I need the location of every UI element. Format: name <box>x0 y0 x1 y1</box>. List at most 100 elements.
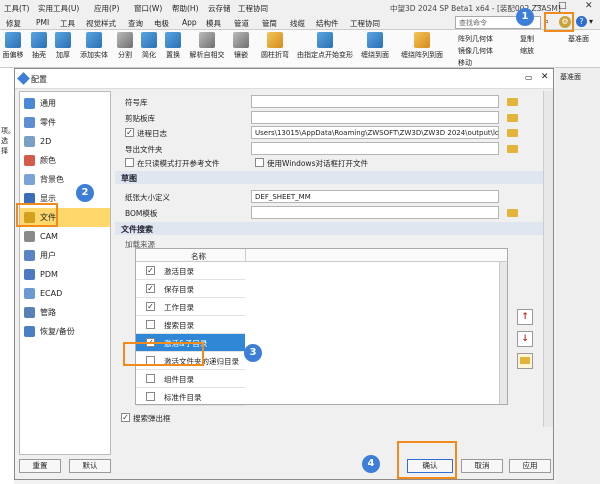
split-button[interactable]: 分割 <box>114 32 136 60</box>
nav-item-restore-backup[interactable]: 恢复/备份 <box>20 322 110 341</box>
background-icon <box>24 174 35 185</box>
row-checkbox[interactable]: ✓ <box>146 284 155 293</box>
dialog-close-icon[interactable]: ✕ <box>541 72 549 82</box>
search-popup-checkbox[interactable]: ✓ <box>121 413 130 422</box>
tab-repair[interactable]: 修复 <box>6 18 21 29</box>
browse-folder-icon[interactable] <box>507 114 518 122</box>
bom-template-field[interactable] <box>251 206 499 219</box>
reset-button[interactable]: 重置 <box>19 459 61 473</box>
tab-electrode[interactable]: 电极 <box>154 18 169 29</box>
menu-tools[interactable]: 工具(T) <box>4 3 29 14</box>
row-checkbox[interactable] <box>146 392 155 401</box>
menu-collab[interactable]: 工程协同 <box>238 3 268 14</box>
thicken-button[interactable]: 加厚 <box>52 32 74 60</box>
list-item[interactable]: ✓ 保存目录 <box>136 280 245 298</box>
move-up-button[interactable]: ↑ <box>517 309 533 325</box>
tab-app[interactable]: App <box>182 18 197 27</box>
nav-item-color[interactable]: 颜色 <box>20 151 110 170</box>
deform-from-point-button[interactable]: 由指定点开始变形 <box>296 32 354 60</box>
nav-item-background[interactable]: 背景色 <box>20 170 110 189</box>
paper-size-field[interactable]: DEF_SHEET_MM <box>251 190 499 203</box>
cylinder-fold-button[interactable]: 圆柱折弯 <box>258 32 292 60</box>
replace-button[interactable]: 置换 <box>162 32 184 60</box>
wrap-pattern-button[interactable]: 缠绕阵列到面 <box>396 32 448 60</box>
add-solid-button[interactable]: 添加实体 <box>76 32 112 60</box>
tab-mold[interactable]: 模具 <box>206 18 221 29</box>
tab-pipe[interactable]: 管道 <box>234 18 249 29</box>
nav-item-cam[interactable]: CAM <box>20 227 110 246</box>
readonly-ref-checkbox[interactable] <box>125 158 134 167</box>
list-scrollbar[interactable] <box>499 262 507 404</box>
nav-item-ecad[interactable]: ECAD <box>20 284 110 303</box>
tab-visual-style[interactable]: 视觉样式 <box>86 18 116 29</box>
apply-button[interactable]: 应用 <box>509 459 551 473</box>
pattern-geometry-button[interactable]: 阵列几何体 <box>458 34 493 44</box>
shell-button[interactable]: 抽壳 <box>28 32 50 60</box>
log-label: 进程日志 <box>137 129 167 138</box>
list-item[interactable]: ✓ 工作目录 <box>136 298 245 316</box>
chevron-down-icon[interactable]: ▾ <box>589 17 593 26</box>
symbol-lib-field[interactable] <box>251 95 499 108</box>
move-button[interactable]: 移动 <box>458 58 472 68</box>
browse-folder-icon[interactable] <box>507 145 518 153</box>
cancel-button[interactable]: 取消 <box>461 459 503 473</box>
close-icon[interactable]: ✕ <box>585 1 593 11</box>
export-folder-field[interactable] <box>251 142 499 155</box>
datum-plane-button[interactable]: 基准面 <box>568 34 589 44</box>
emboss-icon <box>233 32 249 48</box>
copy-button[interactable]: 复制 <box>520 34 534 44</box>
nav-item-2d[interactable]: 2D <box>20 132 110 151</box>
menu-apps[interactable]: 应用(P) <box>94 3 119 14</box>
move-down-button[interactable]: ↓ <box>517 331 533 347</box>
nav-item-user[interactable]: 用户 <box>20 246 110 265</box>
menu-utilities[interactable]: 实用工具(U) <box>38 3 79 14</box>
nav-item-pdm[interactable]: PDM <box>20 265 110 284</box>
content-scrollbar[interactable] <box>543 91 553 427</box>
nav-item-general[interactable]: 通用 <box>20 94 110 113</box>
tab-query[interactable]: 查询 <box>128 18 143 29</box>
tab-pmi[interactable]: PMI <box>36 18 49 27</box>
nav-item-piping[interactable]: 管路 <box>20 303 110 322</box>
config-nav: 通用 零件 2D 颜色 背景色 显示 文件 CAM 用户 PDM ECAD 管路… <box>19 91 111 455</box>
list-item[interactable]: 标准件目录 <box>136 388 245 406</box>
clipboard-lib-field[interactable] <box>251 111 499 124</box>
row-checkbox[interactable] <box>146 374 155 383</box>
maximize-icon[interactable]: □ <box>558 1 567 11</box>
minimize-icon[interactable]: — <box>534 1 543 11</box>
add-folder-button[interactable] <box>517 353 533 369</box>
log-path-field[interactable]: Users\13015\AppData\Roaming\ZWSOFT\ZW3D\… <box>251 126 499 139</box>
menu-help[interactable]: 帮助(H) <box>172 3 199 14</box>
row-checkbox[interactable] <box>146 320 155 329</box>
color-icon <box>24 155 35 166</box>
face-offset-button[interactable]: 面偏移 <box>0 32 26 60</box>
windows-dialog-checkbox[interactable] <box>255 158 264 167</box>
resolve-intersect-button[interactable]: 解析自相交 <box>186 32 228 60</box>
tab-collab[interactable]: 工程协同 <box>350 18 380 29</box>
menu-window[interactable]: 窗口(W) <box>134 3 162 14</box>
wrap-to-face-button[interactable]: 缠绕到面 <box>358 32 392 60</box>
list-item[interactable]: 组件目录 <box>136 370 245 388</box>
browse-folder-icon[interactable] <box>507 129 518 137</box>
default-button[interactable]: 默认 <box>69 459 111 473</box>
scale-button[interactable]: 缩放 <box>520 46 534 56</box>
tab-tools[interactable]: 工具 <box>60 18 75 29</box>
dialog-minimize-icon[interactable]: ▭ <box>525 73 533 82</box>
tab-structure[interactable]: 结构件 <box>316 18 339 29</box>
simplify-button[interactable]: 简化 <box>138 32 160 60</box>
help-icon[interactable]: ? <box>576 16 587 27</box>
browse-folder-icon[interactable] <box>507 98 518 106</box>
row-checkbox[interactable]: ✓ <box>146 266 155 275</box>
search-dir-list: 名称 ✓ 激活目录 ✓ 保存目录 ✓ 工作目录 搜索目录 ✓ 激活&子目录 激活文件夹的… <box>135 248 508 406</box>
tab-cable[interactable]: 线缆 <box>290 18 305 29</box>
menu-cloud[interactable]: 云存储 <box>208 3 231 14</box>
browse-folder-icon[interactable] <box>507 209 518 217</box>
nav-item-part[interactable]: 零件 <box>20 113 110 132</box>
row-checkbox[interactable]: ✓ <box>146 302 155 311</box>
tab-tube[interactable]: 管筒 <box>262 18 277 29</box>
deform-icon <box>317 32 333 48</box>
emboss-button[interactable]: 镶嵌 <box>230 32 252 60</box>
mirror-geometry-button[interactable]: 镜像几何体 <box>458 46 493 56</box>
log-checkbox[interactable]: ✓ <box>125 128 134 137</box>
list-item[interactable]: 搜索目录 <box>136 316 245 334</box>
list-item[interactable]: ✓ 激活目录 <box>136 262 245 280</box>
